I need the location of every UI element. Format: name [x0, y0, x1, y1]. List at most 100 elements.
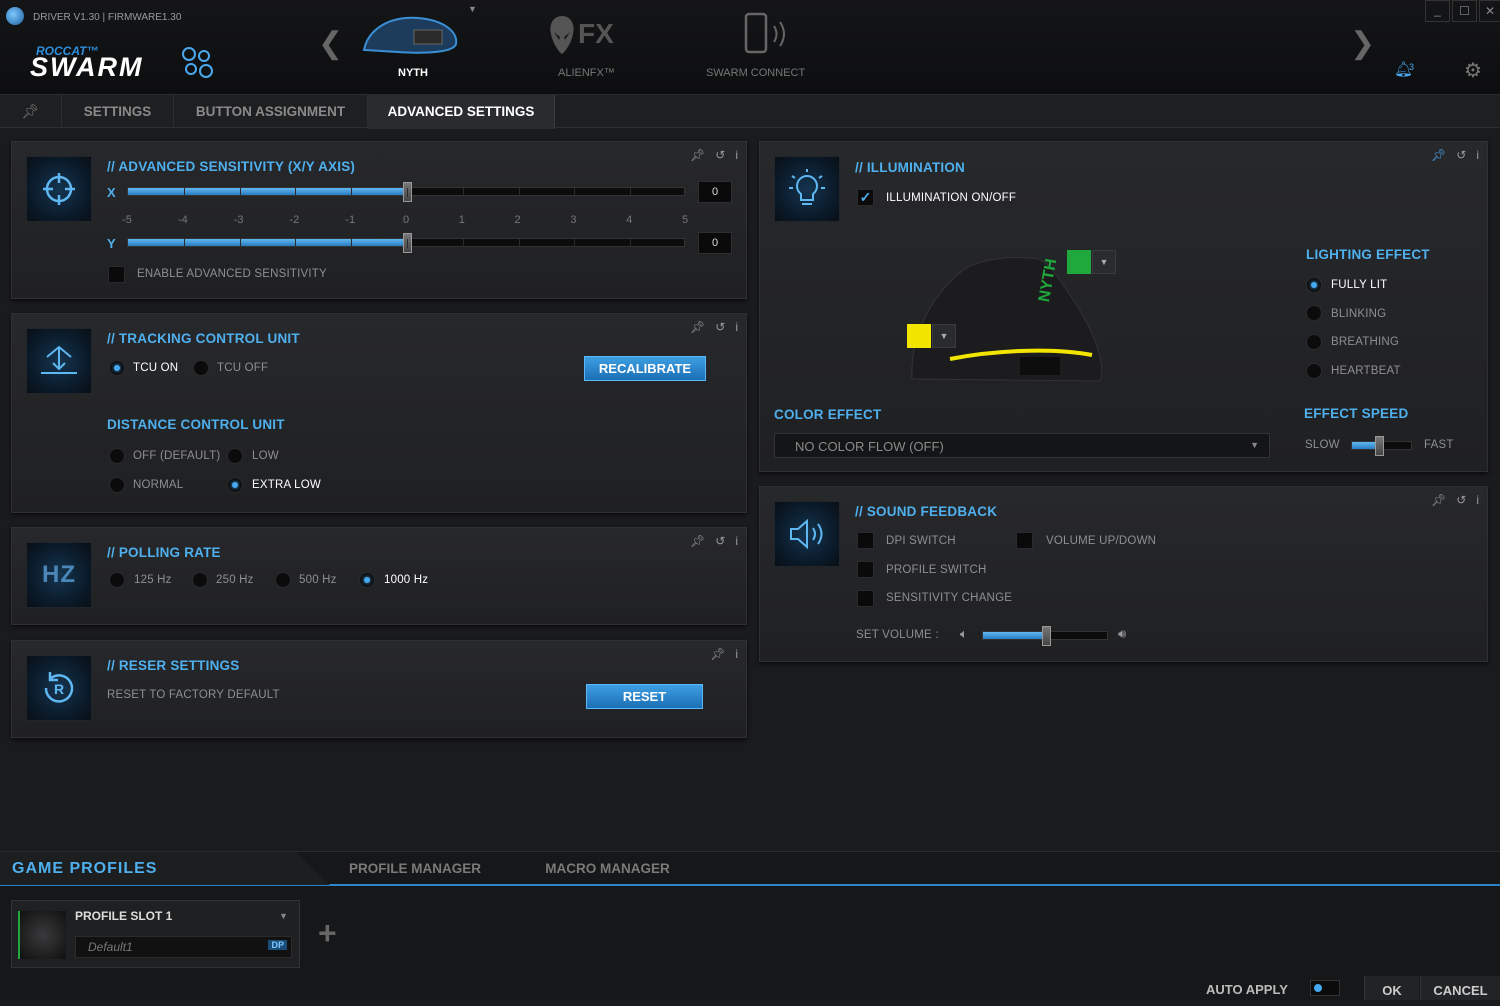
- reset-button[interactable]: RESET: [586, 684, 703, 709]
- illumination-toggle-checkbox[interactable]: ✓: [857, 189, 874, 206]
- profile-slot-card[interactable]: PROFILE SLOT 1 ▼ Default1 DP: [11, 900, 300, 968]
- dp-badge: DP: [268, 940, 287, 950]
- pin-tab-icon[interactable]: 📌︎: [0, 95, 62, 128]
- pin-icon[interactable]: 📌︎: [690, 148, 705, 162]
- slider-tick: [183, 239, 185, 248]
- enable-advanced-sensitivity-checkbox[interactable]: [108, 266, 125, 283]
- polling-500-radio[interactable]: [275, 572, 291, 588]
- tab-settings[interactable]: SETTINGS: [62, 95, 174, 128]
- panel-title: // TRACKING CONTROL UNIT: [107, 331, 300, 346]
- volume-slider[interactable]: [982, 626, 1108, 646]
- sound-panel: 📌︎ ↺ i // SOUND FEEDBACK DPI SWITCH VOLUME…: [759, 486, 1488, 662]
- info-icon[interactable]: i: [735, 647, 738, 661]
- undo-icon[interactable]: ↺: [1456, 493, 1466, 507]
- sensitivity-change-checkbox[interactable]: [857, 590, 874, 607]
- volume-thumb[interactable]: [1042, 626, 1051, 646]
- fully-lit-radio[interactable]: [1306, 277, 1322, 293]
- polling-1000-radio[interactable]: [359, 572, 375, 588]
- x-value-field[interactable]: 0: [698, 181, 732, 203]
- slider-tick: [574, 188, 576, 197]
- profile-name-field[interactable]: Default1 DP: [75, 936, 292, 958]
- blinking-radio[interactable]: [1306, 305, 1322, 321]
- y-value-field[interactable]: 0: [698, 232, 732, 254]
- settings-gear-icon[interactable]: ⚙: [1464, 58, 1482, 83]
- close-button[interactable]: ✕: [1479, 0, 1500, 22]
- tcu-off-radio[interactable]: [193, 360, 209, 376]
- recalibrate-button[interactable]: RECALIBRATE: [584, 356, 706, 381]
- polling-125-radio[interactable]: [109, 572, 125, 588]
- dcu-extra-low-radio[interactable]: [227, 477, 243, 493]
- nyth-mouse-icon: [362, 16, 458, 54]
- pin-icon[interactable]: 📌︎: [690, 534, 705, 548]
- info-icon[interactable]: i: [1476, 148, 1479, 162]
- info-icon[interactable]: i: [735, 148, 738, 162]
- effect-speed-thumb[interactable]: [1375, 436, 1385, 456]
- undo-icon[interactable]: ↺: [1456, 148, 1466, 162]
- scale-tick-label: -4: [177, 214, 188, 226]
- panel-tools: 📌︎ ↺ i: [1431, 148, 1479, 162]
- dcu-low-radio[interactable]: [227, 448, 243, 464]
- tab-button-assignment[interactable]: BUTTON ASSIGNMENT: [174, 95, 368, 128]
- x-slider-fill: [128, 188, 407, 195]
- info-icon[interactable]: i: [735, 320, 738, 334]
- pin-icon[interactable]: 📌︎: [710, 647, 725, 661]
- cancel-button[interactable]: CANCEL: [1420, 976, 1500, 1000]
- volume-up-down-label: VOLUME UP/DOWN: [1046, 535, 1157, 547]
- tcu-on-radio[interactable]: [109, 360, 125, 376]
- device-prev-arrow[interactable]: ❮: [318, 26, 343, 61]
- polling-250-label: 250 Hz: [216, 574, 254, 586]
- tab-macro-manager[interactable]: MACRO MANAGER: [515, 852, 700, 885]
- device-dropdown-icon[interactable]: ▼: [468, 4, 477, 14]
- top-color-dropdown[interactable]: ▼: [1092, 250, 1116, 274]
- undo-icon[interactable]: ↺: [715, 320, 725, 334]
- device-next-arrow[interactable]: ❯: [1350, 26, 1375, 61]
- profile-switch-checkbox[interactable]: [857, 561, 874, 578]
- scale-tick-label: 2: [514, 214, 521, 226]
- scale-tick-label: -5: [122, 214, 132, 226]
- volume-high-icon[interactable]: 🔊︎: [1118, 626, 1126, 642]
- y-slider[interactable]: [127, 233, 685, 253]
- dcu-normal-radio[interactable]: [109, 477, 125, 493]
- pin-icon[interactable]: 📌︎: [690, 320, 705, 334]
- polling-250-radio[interactable]: [192, 572, 208, 588]
- tab-game-profiles[interactable]: GAME PROFILES: [0, 852, 330, 885]
- info-icon[interactable]: i: [735, 534, 738, 548]
- x-slider[interactable]: [127, 182, 685, 202]
- reset-description: RESET TO FACTORY DEFAULT: [107, 689, 280, 701]
- pin-icon[interactable]: 📌︎: [1431, 493, 1446, 507]
- device-nyth[interactable]: ▼ NYTH: [350, 0, 480, 90]
- heartbeat-radio[interactable]: [1306, 363, 1322, 379]
- add-profile-button[interactable]: +: [318, 913, 337, 953]
- maximize-button[interactable]: ☐: [1452, 0, 1477, 22]
- slot-dropdown-icon[interactable]: ▼: [279, 911, 288, 921]
- slider-tick: [462, 188, 464, 197]
- volume-low-icon[interactable]: 🔈︎: [960, 626, 968, 642]
- device-alienfx[interactable]: FX ALIENFX™: [530, 0, 650, 90]
- volume-up-down-checkbox[interactable]: [1016, 532, 1033, 549]
- minimize-button[interactable]: _: [1425, 0, 1450, 22]
- pin-icon[interactable]: 📌︎: [1431, 148, 1446, 162]
- top-color-swatch[interactable]: [1067, 250, 1091, 274]
- side-color-dropdown[interactable]: ▼: [932, 324, 956, 348]
- slider-tick: [518, 239, 520, 248]
- auto-apply-toggle[interactable]: [1310, 980, 1340, 996]
- tab-profile-manager[interactable]: PROFILE MANAGER: [330, 852, 500, 885]
- polling-500-label: 500 Hz: [299, 574, 337, 586]
- tab-advanced-settings[interactable]: ADVANCED SETTINGS: [368, 95, 555, 129]
- svg-text:R: R: [54, 681, 64, 697]
- x-axis-label: X: [107, 185, 116, 200]
- dcu-off-radio[interactable]: [109, 448, 125, 464]
- color-effect-title: COLOR EFFECT: [774, 407, 882, 422]
- scale-tick-label: -2: [289, 214, 300, 226]
- dpi-switch-checkbox[interactable]: [857, 532, 874, 549]
- device-swarm-connect[interactable]: SWARM CONNECT: [700, 0, 820, 90]
- undo-icon[interactable]: ↺: [715, 148, 725, 162]
- color-effect-dropdown[interactable]: NO COLOR FLOW (OFF) ▼: [774, 433, 1270, 458]
- info-icon[interactable]: i: [1476, 493, 1479, 507]
- breathing-radio[interactable]: [1306, 334, 1322, 350]
- effect-speed-slider[interactable]: [1351, 436, 1412, 456]
- illumination-panel: 📌︎ ↺ i // ILLUMINATION ✓ ILLUMINATION ON/O…: [759, 141, 1488, 472]
- side-color-swatch[interactable]: [907, 324, 931, 348]
- ok-button[interactable]: OK: [1364, 976, 1419, 1000]
- undo-icon[interactable]: ↺: [715, 534, 725, 548]
